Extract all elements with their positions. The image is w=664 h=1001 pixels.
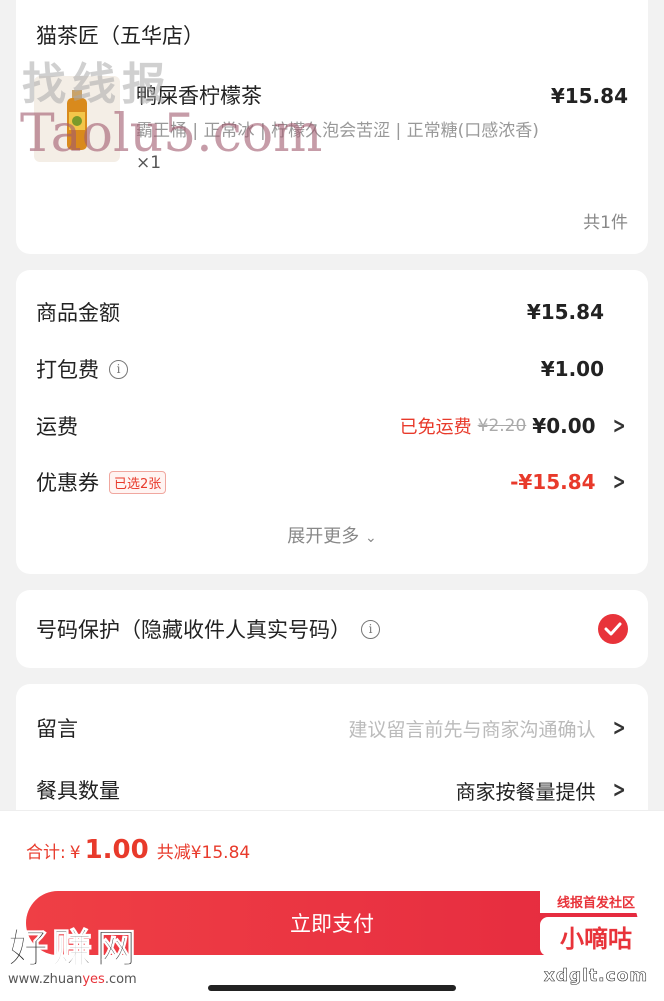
tableware-label: 餐具数量: [36, 779, 120, 803]
coupon-badge: 已选2张: [109, 470, 167, 494]
goods-amount-row: 商品金额 ¥15.84: [36, 292, 628, 332]
pay-button[interactable]: 立即支付: [26, 891, 638, 955]
total-label: 合计:: [26, 843, 66, 863]
pay-button-label: 立即支付: [290, 912, 374, 936]
chevron-down-icon: ⌄: [365, 530, 377, 546]
shipping-label: 运费: [36, 415, 78, 439]
tableware-row[interactable]: 餐具数量 商家按餐量提供 >: [36, 770, 628, 810]
chevron-right-icon: >: [612, 715, 626, 741]
lemon-tea-bottle-icon: [67, 90, 87, 150]
privacy-card: 号码保护（隐藏收件人真实号码） i: [16, 590, 648, 668]
shipping-fee-value: ¥0.00: [532, 414, 596, 438]
chevron-right-icon: >: [612, 777, 626, 803]
message-placeholder: 建议留言前先与商家沟通确认: [348, 718, 596, 741]
coupon-amount: -¥15.84: [510, 470, 596, 494]
item-quantity: ×1: [136, 153, 162, 173]
info-icon[interactable]: i: [361, 619, 380, 639]
shipping-row[interactable]: 运费 已免运费 ¥2.20 ¥0.00 >: [36, 406, 628, 446]
item-price: ¥15.84: [550, 84, 628, 108]
discount-text: 共减¥15.84: [156, 843, 251, 863]
store-name[interactable]: 猫茶匠（五华店）: [36, 20, 204, 50]
expand-more-label: 展开更多: [287, 526, 360, 547]
currency-symbol: ¥: [69, 843, 81, 863]
goods-amount-label: 商品金额: [36, 301, 120, 325]
expand-more-button[interactable]: 展开更多 ⌄: [16, 522, 648, 548]
home-indicator: [208, 985, 456, 991]
privacy-row[interactable]: 号码保护（隐藏收件人真实号码） i: [36, 609, 628, 649]
extras-card: 留言 建议留言前先与商家沟通确认 > 餐具数量 商家按餐量提供 >: [16, 684, 648, 824]
info-icon[interactable]: i: [109, 359, 128, 379]
chevron-right-icon: >: [612, 469, 626, 495]
message-label: 留言: [36, 717, 78, 741]
privacy-label: 号码保护（隐藏收件人真实号码）: [36, 618, 351, 642]
packing-fee-value: ¥1.00: [540, 357, 604, 381]
packing-fee-label: 打包费: [36, 358, 99, 382]
checked-checkbox-icon[interactable]: [598, 614, 628, 644]
coupon-label: 优惠券: [36, 471, 99, 495]
total-count: 共1件: [583, 213, 628, 233]
order-card: 猫茶匠（五华店） 鸭屎香柠檬茶 ¥15.84 霸王桶 | 正常冰 | 柠檬久泡会…: [16, 0, 648, 254]
total-summary: 合计: ¥ 1.00 共减¥15.84: [26, 835, 250, 865]
message-row[interactable]: 留言 建议留言前先与商家沟通确认 >: [36, 708, 628, 748]
coupon-row[interactable]: 优惠券 已选2张 -¥15.84 >: [36, 462, 628, 502]
item-name[interactable]: 鸭屎香柠檬茶: [136, 80, 262, 110]
goods-amount-value: ¥15.84: [526, 300, 604, 324]
total-amount: 1.00: [84, 835, 149, 865]
free-shipping-tag: 已免运费: [399, 417, 472, 438]
packing-fee-row: 打包费 i ¥1.00: [36, 349, 628, 389]
fees-card: 商品金额 ¥15.84 打包费 i ¥1.00 运费 已免运费 ¥2.20 ¥0…: [16, 270, 648, 574]
checkout-bar: 合计: ¥ 1.00 共减¥15.84 立即支付: [0, 810, 664, 1001]
chevron-right-icon: >: [612, 413, 626, 439]
item-specs: 霸王桶 | 正常冰 | 柠檬久泡会苦涩 | 正常糖(口感浓香): [136, 121, 539, 141]
tableware-value: 商家按餐量提供: [455, 779, 596, 804]
shipping-original-price: ¥2.20: [477, 416, 527, 436]
item-thumbnail[interactable]: [34, 76, 120, 162]
